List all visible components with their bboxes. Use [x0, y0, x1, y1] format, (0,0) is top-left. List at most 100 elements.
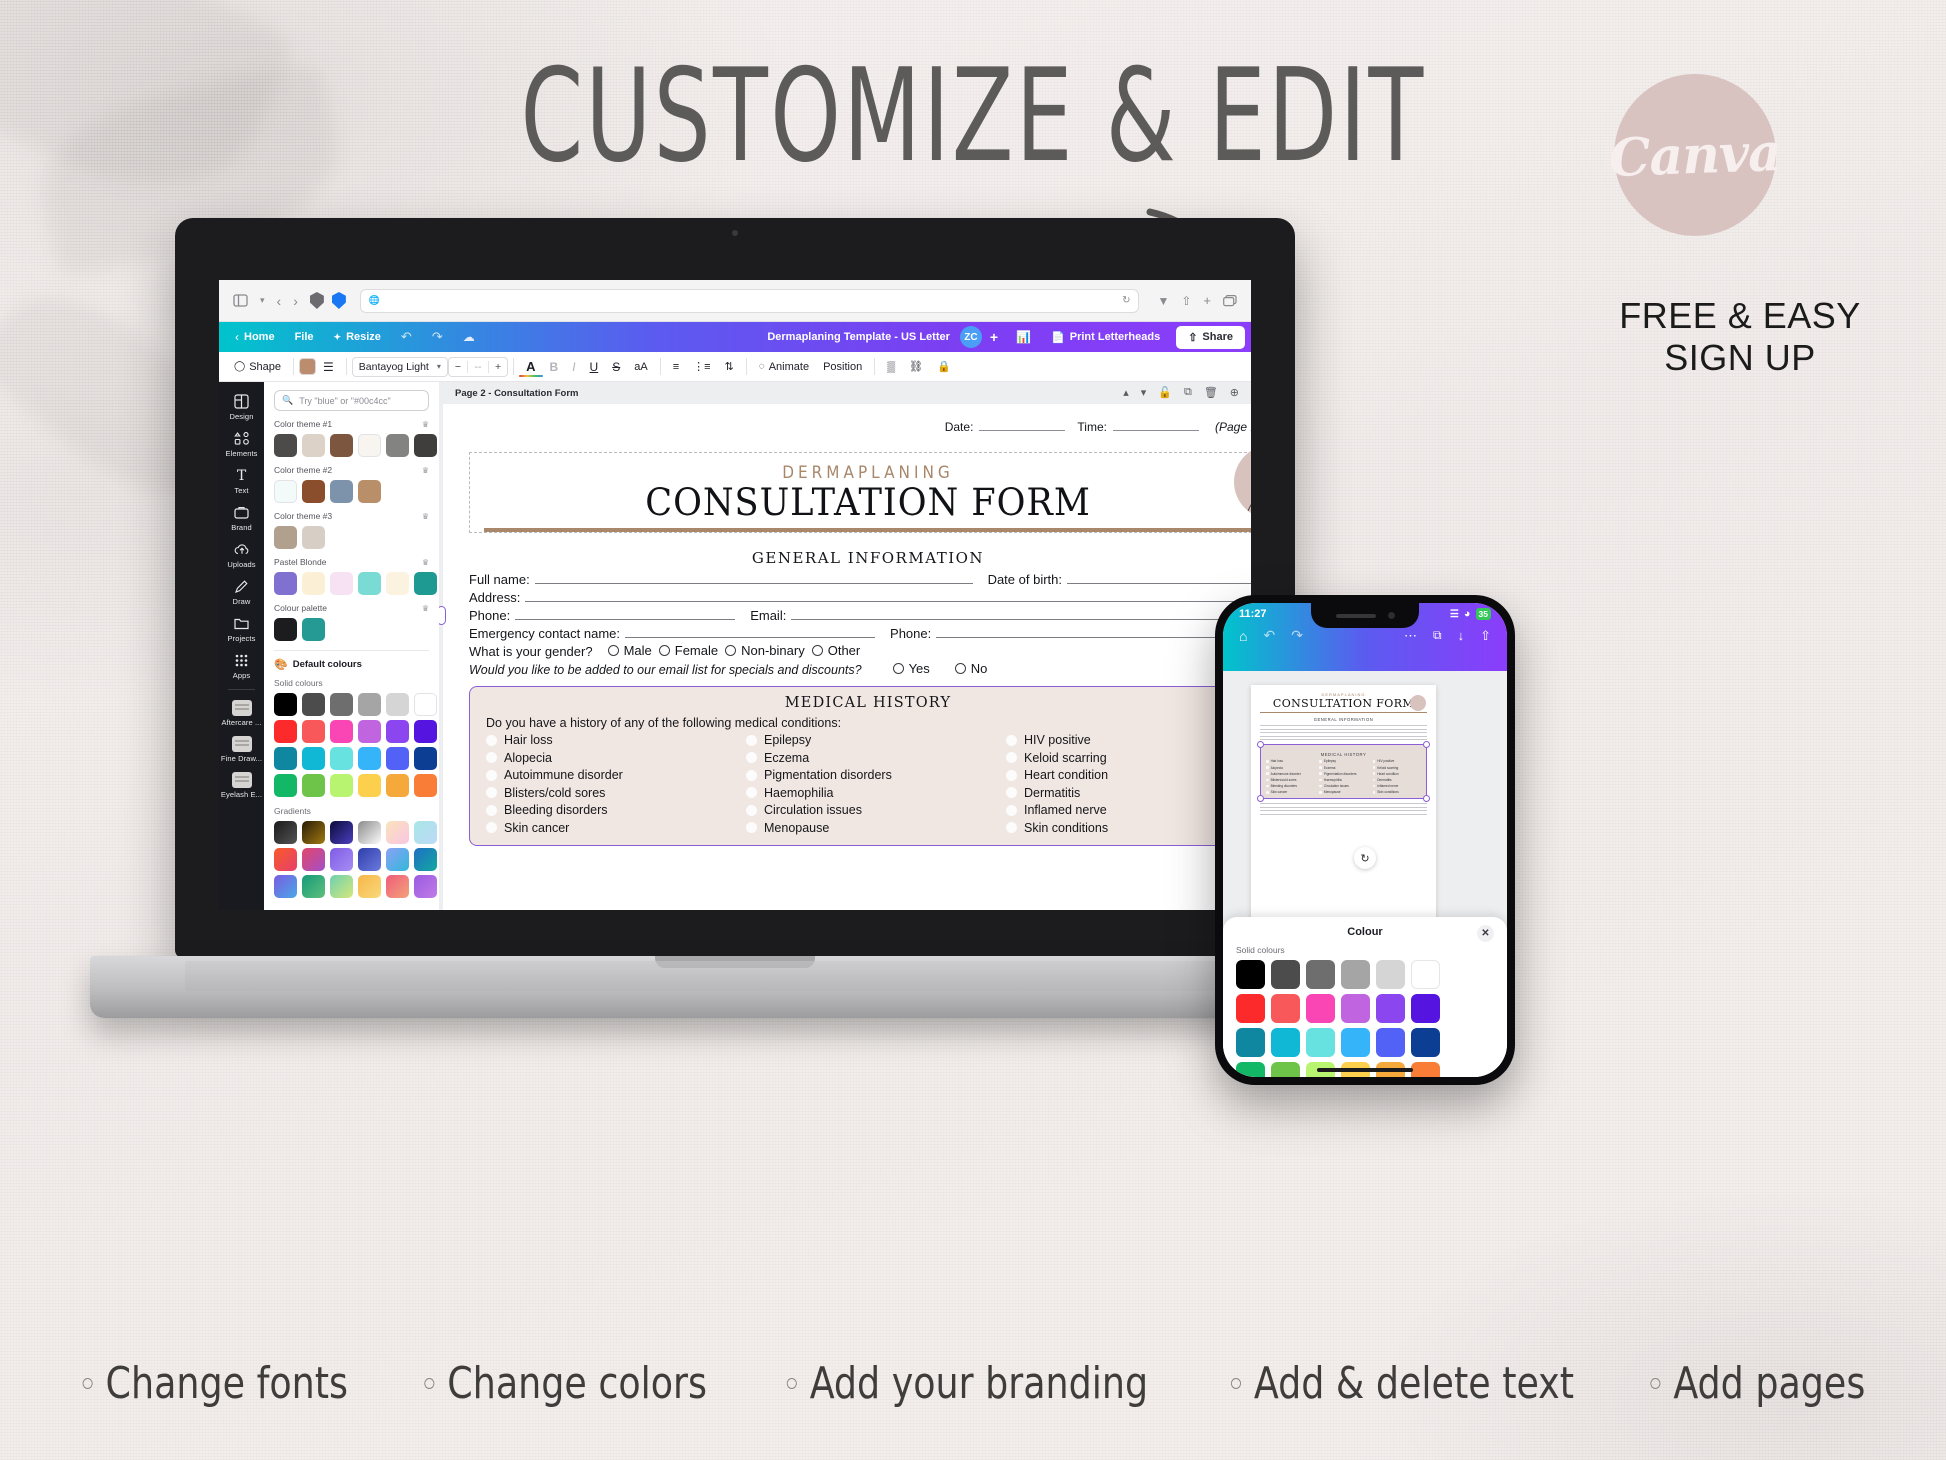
gradient-swatch[interactable] [358, 848, 381, 871]
font-size-decrease[interactable]: − [449, 361, 467, 373]
color-swatch[interactable] [274, 693, 297, 716]
resize-button[interactable]: ✦ Resize [324, 331, 391, 343]
color-swatch[interactable] [274, 526, 297, 549]
sidebar-toggle-icon[interactable] [233, 294, 248, 307]
strikethrough-button[interactable]: S [605, 360, 627, 374]
color-swatch[interactable] [358, 774, 381, 797]
gradient-swatch[interactable] [302, 848, 325, 871]
color-swatch[interactable] [358, 480, 381, 503]
color-swatch[interactable] [330, 747, 353, 770]
color-swatch[interactable] [414, 720, 437, 743]
color-swatch[interactable] [1341, 1028, 1370, 1057]
condition-checkbox-row[interactable]: Blisters/cold sores [486, 786, 730, 800]
sidebar-item-design[interactable]: Design [219, 388, 264, 425]
full-name-input[interactable] [534, 571, 973, 584]
sidebar-item-brand[interactable]: Brand [219, 499, 264, 536]
resize-handle[interactable] [1423, 741, 1430, 749]
copy-style-icon[interactable]: ⛓ [902, 360, 930, 373]
gradient-swatch[interactable] [386, 821, 409, 844]
share-button[interactable]: ⇧ Share [1176, 325, 1245, 349]
checkbox-icon[interactable] [486, 752, 497, 763]
checkbox-icon[interactable] [746, 787, 757, 798]
color-swatch[interactable] [274, 618, 297, 641]
gradient-swatch[interactable] [274, 821, 297, 844]
color-swatch[interactable] [274, 572, 297, 595]
resize-handle[interactable] [1257, 795, 1264, 803]
color-swatch[interactable] [302, 526, 325, 549]
color-swatch[interactable] [274, 480, 297, 503]
forward-arrow-icon[interactable]: › [293, 293, 298, 309]
line-style-icon[interactable]: ☰ [316, 360, 341, 374]
resize-handle[interactable] [439, 606, 446, 626]
color-swatch[interactable] [1306, 1028, 1335, 1057]
letter-case-button[interactable]: aA [627, 361, 654, 373]
color-swatch[interactable] [1306, 960, 1335, 989]
resize-handle[interactable] [1257, 741, 1264, 749]
condition-checkbox-row[interactable]: Autoimmune disorder [486, 768, 730, 782]
gradient-swatch[interactable] [386, 875, 409, 898]
shape-button[interactable]: ◯ Shape [227, 361, 288, 373]
checkbox-icon[interactable] [486, 804, 497, 816]
color-swatch[interactable] [414, 774, 437, 797]
phone-input[interactable] [515, 607, 736, 620]
checkbox-icon[interactable] [486, 769, 497, 781]
checkbox-icon[interactable] [1006, 804, 1017, 816]
align-icon[interactable]: ≡ [666, 361, 686, 373]
underline-button[interactable]: U [583, 360, 606, 374]
checkbox-icon[interactable] [746, 804, 757, 816]
color-swatch[interactable] [1236, 960, 1265, 989]
color-swatch[interactable] [1411, 960, 1440, 989]
gradient-swatch[interactable] [274, 848, 297, 871]
file-menu[interactable]: File [285, 331, 324, 343]
color-swatch[interactable] [386, 434, 409, 457]
color-swatch[interactable] [274, 434, 297, 457]
expand-down-icon[interactable]: ▾ [1141, 386, 1147, 399]
form-header-block[interactable]: DERMAPLANING CONSULTATION FORM [469, 445, 1251, 533]
document-title[interactable]: Dermaplaning Template - US Letter [757, 331, 960, 343]
color-swatch[interactable] [302, 693, 325, 716]
sidebar-item-apps[interactable]: Apps [219, 647, 264, 684]
fill-color-swatch[interactable] [299, 358, 317, 375]
gender-option[interactable]: Male [607, 643, 652, 658]
search-input[interactable]: 🔍 Try "blue" or "#00c4cc" [274, 390, 429, 411]
recent-design-eyelash[interactable]: Eyelash E... [219, 767, 264, 803]
color-swatch[interactable] [330, 774, 353, 797]
checkbox-icon[interactable] [746, 769, 757, 781]
checkbox-icon[interactable] [746, 822, 757, 833]
condition-checkbox-row[interactable]: Haemophilia [746, 786, 990, 800]
color-swatch[interactable] [330, 434, 353, 457]
color-swatch[interactable] [358, 747, 381, 770]
recent-design-fine-draw[interactable]: Fine Draw... [219, 731, 264, 767]
medical-history-block[interactable]: MEDICAL HISTORY Hair loss Alopecia Autoimm… [1257, 741, 1430, 803]
gradient-swatch[interactable] [302, 875, 325, 898]
delete-icon[interactable]: 🗑 [1204, 386, 1218, 399]
condition-checkbox-row[interactable]: Skin cancer [486, 821, 730, 835]
color-swatch[interactable] [1341, 994, 1370, 1023]
animate-button[interactable]: ◌ Animate [752, 361, 816, 373]
transparency-icon[interactable]: ▒ [880, 361, 902, 373]
checkbox-icon[interactable] [746, 752, 757, 763]
email-list-no[interactable]: No [954, 661, 987, 676]
resize-handle[interactable] [1423, 795, 1430, 803]
radio-icon[interactable] [607, 645, 619, 656]
sidebar-item-uploads[interactable]: Uploads [219, 536, 264, 573]
font-size-stepper[interactable]: − -- + [447, 356, 509, 377]
color-swatch[interactable] [1376, 960, 1405, 989]
reload-icon[interactable]: ↻ [1122, 295, 1130, 306]
home-icon[interactable]: ⌂ [1239, 628, 1247, 644]
insights-icon[interactable]: 📊 [1006, 330, 1041, 344]
close-icon[interactable]: ✕ [1477, 925, 1494, 942]
color-swatch[interactable] [302, 572, 325, 595]
checkbox-icon[interactable] [486, 822, 497, 833]
avatar[interactable]: ZC [959, 326, 982, 348]
radio-icon[interactable] [954, 663, 966, 674]
color-swatch[interactable] [1306, 994, 1335, 1023]
gradient-swatch[interactable] [274, 875, 297, 898]
email-list-yes[interactable]: Yes [892, 661, 930, 676]
lock-icon[interactable]: 🔓 [1158, 386, 1172, 399]
dob-input[interactable] [1067, 571, 1251, 584]
color-swatch[interactable] [1271, 960, 1300, 989]
chevron-down-icon[interactable]: ▾ [260, 295, 265, 306]
color-swatch[interactable] [414, 747, 437, 770]
duplicate-icon[interactable]: ⧉ [1184, 386, 1192, 399]
